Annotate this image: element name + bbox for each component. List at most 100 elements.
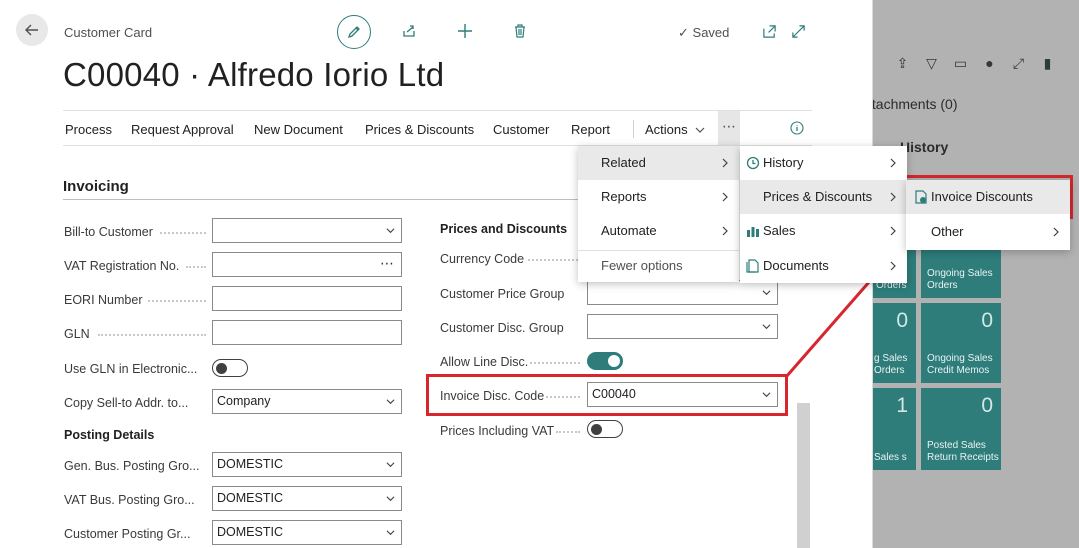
vat-bus-posting-group-field[interactable]: DOMESTIC: [212, 486, 402, 511]
section-title: Invoicing: [63, 178, 129, 195]
cue-tile: Ongoing Sales Orders: [921, 250, 1001, 298]
chevron-right-icon: [1053, 227, 1059, 237]
expand-button[interactable]: [789, 22, 807, 40]
dots-divider: [160, 232, 206, 234]
field-label: Copy Sell-to Addr. to...: [64, 396, 189, 410]
field-label: VAT Bus. Posting Gro...: [64, 493, 195, 507]
cue-tile: 0 Posted Sales Return Receipts: [921, 388, 1001, 470]
history-label: History: [900, 139, 949, 155]
back-button[interactable]: [16, 14, 48, 46]
bill-to-customer-field[interactable]: [212, 218, 402, 243]
card-type-label: Customer Card: [64, 25, 153, 40]
eori-number-field[interactable]: [212, 286, 402, 311]
menu-item-history[interactable]: History: [740, 146, 907, 180]
expand-icon: [791, 24, 805, 38]
cue-tile: 0 Ongoing Sales Credit Memos: [921, 303, 1001, 383]
allow-line-disc-toggle[interactable]: [587, 352, 623, 370]
chevron-down-icon: [386, 496, 395, 502]
history-icon: [746, 156, 760, 170]
field-label: Customer Disc. Group: [440, 321, 564, 335]
action-report[interactable]: Report: [571, 122, 610, 137]
share-icon: ⇪: [896, 55, 909, 71]
chevron-right-icon: [890, 226, 896, 236]
customer-price-group-field[interactable]: [587, 280, 778, 305]
more-options-menu: Related Reports Automate Fewer options: [578, 146, 739, 282]
field-label: Customer Price Group: [440, 287, 565, 301]
chevron-down-icon: [386, 399, 395, 405]
share-button[interactable]: [400, 22, 418, 40]
chevron-right-icon: [722, 158, 728, 168]
menu-item-fewer-options[interactable]: Fewer options: [578, 250, 739, 282]
saved-status: ✓ Saved: [678, 25, 729, 41]
saved-label: Saved: [692, 25, 730, 40]
menu-item-invoice-discounts[interactable]: Invoice Discounts: [906, 180, 1070, 214]
menu-item-other[interactable]: Other: [906, 215, 1070, 249]
chevron-down-icon: [386, 530, 395, 536]
action-bar: Process Request Approval New Document Pr…: [63, 110, 812, 146]
field-label: Currency Code: [440, 252, 525, 266]
chevron-down-icon: [762, 290, 771, 296]
chevron-right-icon: [722, 192, 728, 202]
filter-icon: ▽: [926, 55, 937, 71]
prices-discounts-heading: Prices and Discounts: [440, 222, 568, 236]
expand-icon: ⤢: [1012, 55, 1025, 71]
dots-divider: [98, 334, 206, 336]
vat-registration-field[interactable]: ⋯: [212, 252, 402, 277]
scrollbar[interactable]: [797, 403, 810, 548]
sales-icon: [747, 227, 759, 237]
field-label: GLN: [64, 327, 90, 341]
new-button[interactable]: [456, 22, 474, 40]
chevron-down-icon: [762, 324, 771, 330]
chevron-down-icon: [386, 228, 395, 234]
prices-discounts-submenu: Invoice Discounts Other: [906, 180, 1070, 250]
toggle-knob: [608, 355, 620, 367]
delete-button[interactable]: [511, 22, 529, 40]
divider: [63, 199, 593, 200]
actions-menu-button[interactable]: Actions: [645, 122, 705, 137]
field-label: Customer Posting Gr...: [64, 527, 191, 541]
chevron-down-icon: [386, 462, 395, 468]
action-request-approval[interactable]: Request Approval: [131, 122, 234, 137]
chevron-right-icon: [722, 226, 728, 236]
menu-item-related[interactable]: Related: [578, 146, 739, 180]
trash-icon: [515, 24, 525, 38]
lookup-ellipsis-icon[interactable]: ⋯: [380, 252, 394, 275]
page-title: C00040 · Alfredo Iorio Ltd: [63, 56, 445, 93]
use-gln-toggle[interactable]: [212, 359, 248, 377]
menu-item-reports[interactable]: Reports: [578, 180, 739, 214]
more-options-button[interactable]: ⋯: [718, 111, 740, 145]
related-submenu: History Prices & Discounts Sales Documen…: [740, 146, 907, 283]
menu-item-prices-discounts[interactable]: Prices & Discounts: [740, 180, 907, 214]
field-label: Allow Line Disc.: [440, 355, 529, 369]
customer-disc-group-field[interactable]: [587, 314, 778, 339]
view-icon: ▭: [953, 55, 968, 71]
customer-posting-group-field[interactable]: DOMESTIC: [212, 520, 402, 545]
share-icon: [403, 25, 415, 37]
copy-sell-to-addr-field[interactable]: Company: [212, 389, 402, 414]
edit-button[interactable]: [337, 15, 371, 49]
field-label: Bill-to Customer: [64, 225, 153, 239]
action-process[interactable]: Process: [65, 122, 112, 137]
toggle-knob: [591, 423, 602, 435]
field-label: Prices Including VAT: [440, 424, 555, 438]
background-toolbar: ⇪ ▽ ▭ ● ⤢ ▮: [895, 56, 1055, 71]
field-label: Gen. Bus. Posting Gro...: [64, 459, 200, 473]
posting-details-heading: Posting Details: [64, 428, 155, 442]
menu-item-sales[interactable]: Sales: [740, 214, 907, 248]
menu-item-automate[interactable]: Automate: [578, 214, 739, 248]
dots-divider: [528, 259, 578, 261]
gln-field[interactable]: [212, 320, 402, 345]
open-in-new-icon: [762, 24, 776, 38]
invoice-discount-icon: [915, 190, 927, 204]
dots-divider: [556, 431, 580, 433]
action-new-document[interactable]: New Document: [254, 122, 343, 137]
action-prices-discounts[interactable]: Prices & Discounts: [365, 122, 474, 137]
info-icon[interactable]: [790, 121, 804, 135]
prices-including-vat-toggle[interactable]: [587, 420, 623, 438]
dots-divider: [530, 362, 580, 364]
attachments-label: ttachments (0): [868, 96, 958, 112]
menu-item-documents[interactable]: Documents: [740, 249, 907, 283]
action-customer[interactable]: Customer: [493, 122, 549, 137]
gen-bus-posting-group-field[interactable]: DOMESTIC: [212, 452, 402, 477]
open-new-window-button[interactable]: [760, 22, 778, 40]
